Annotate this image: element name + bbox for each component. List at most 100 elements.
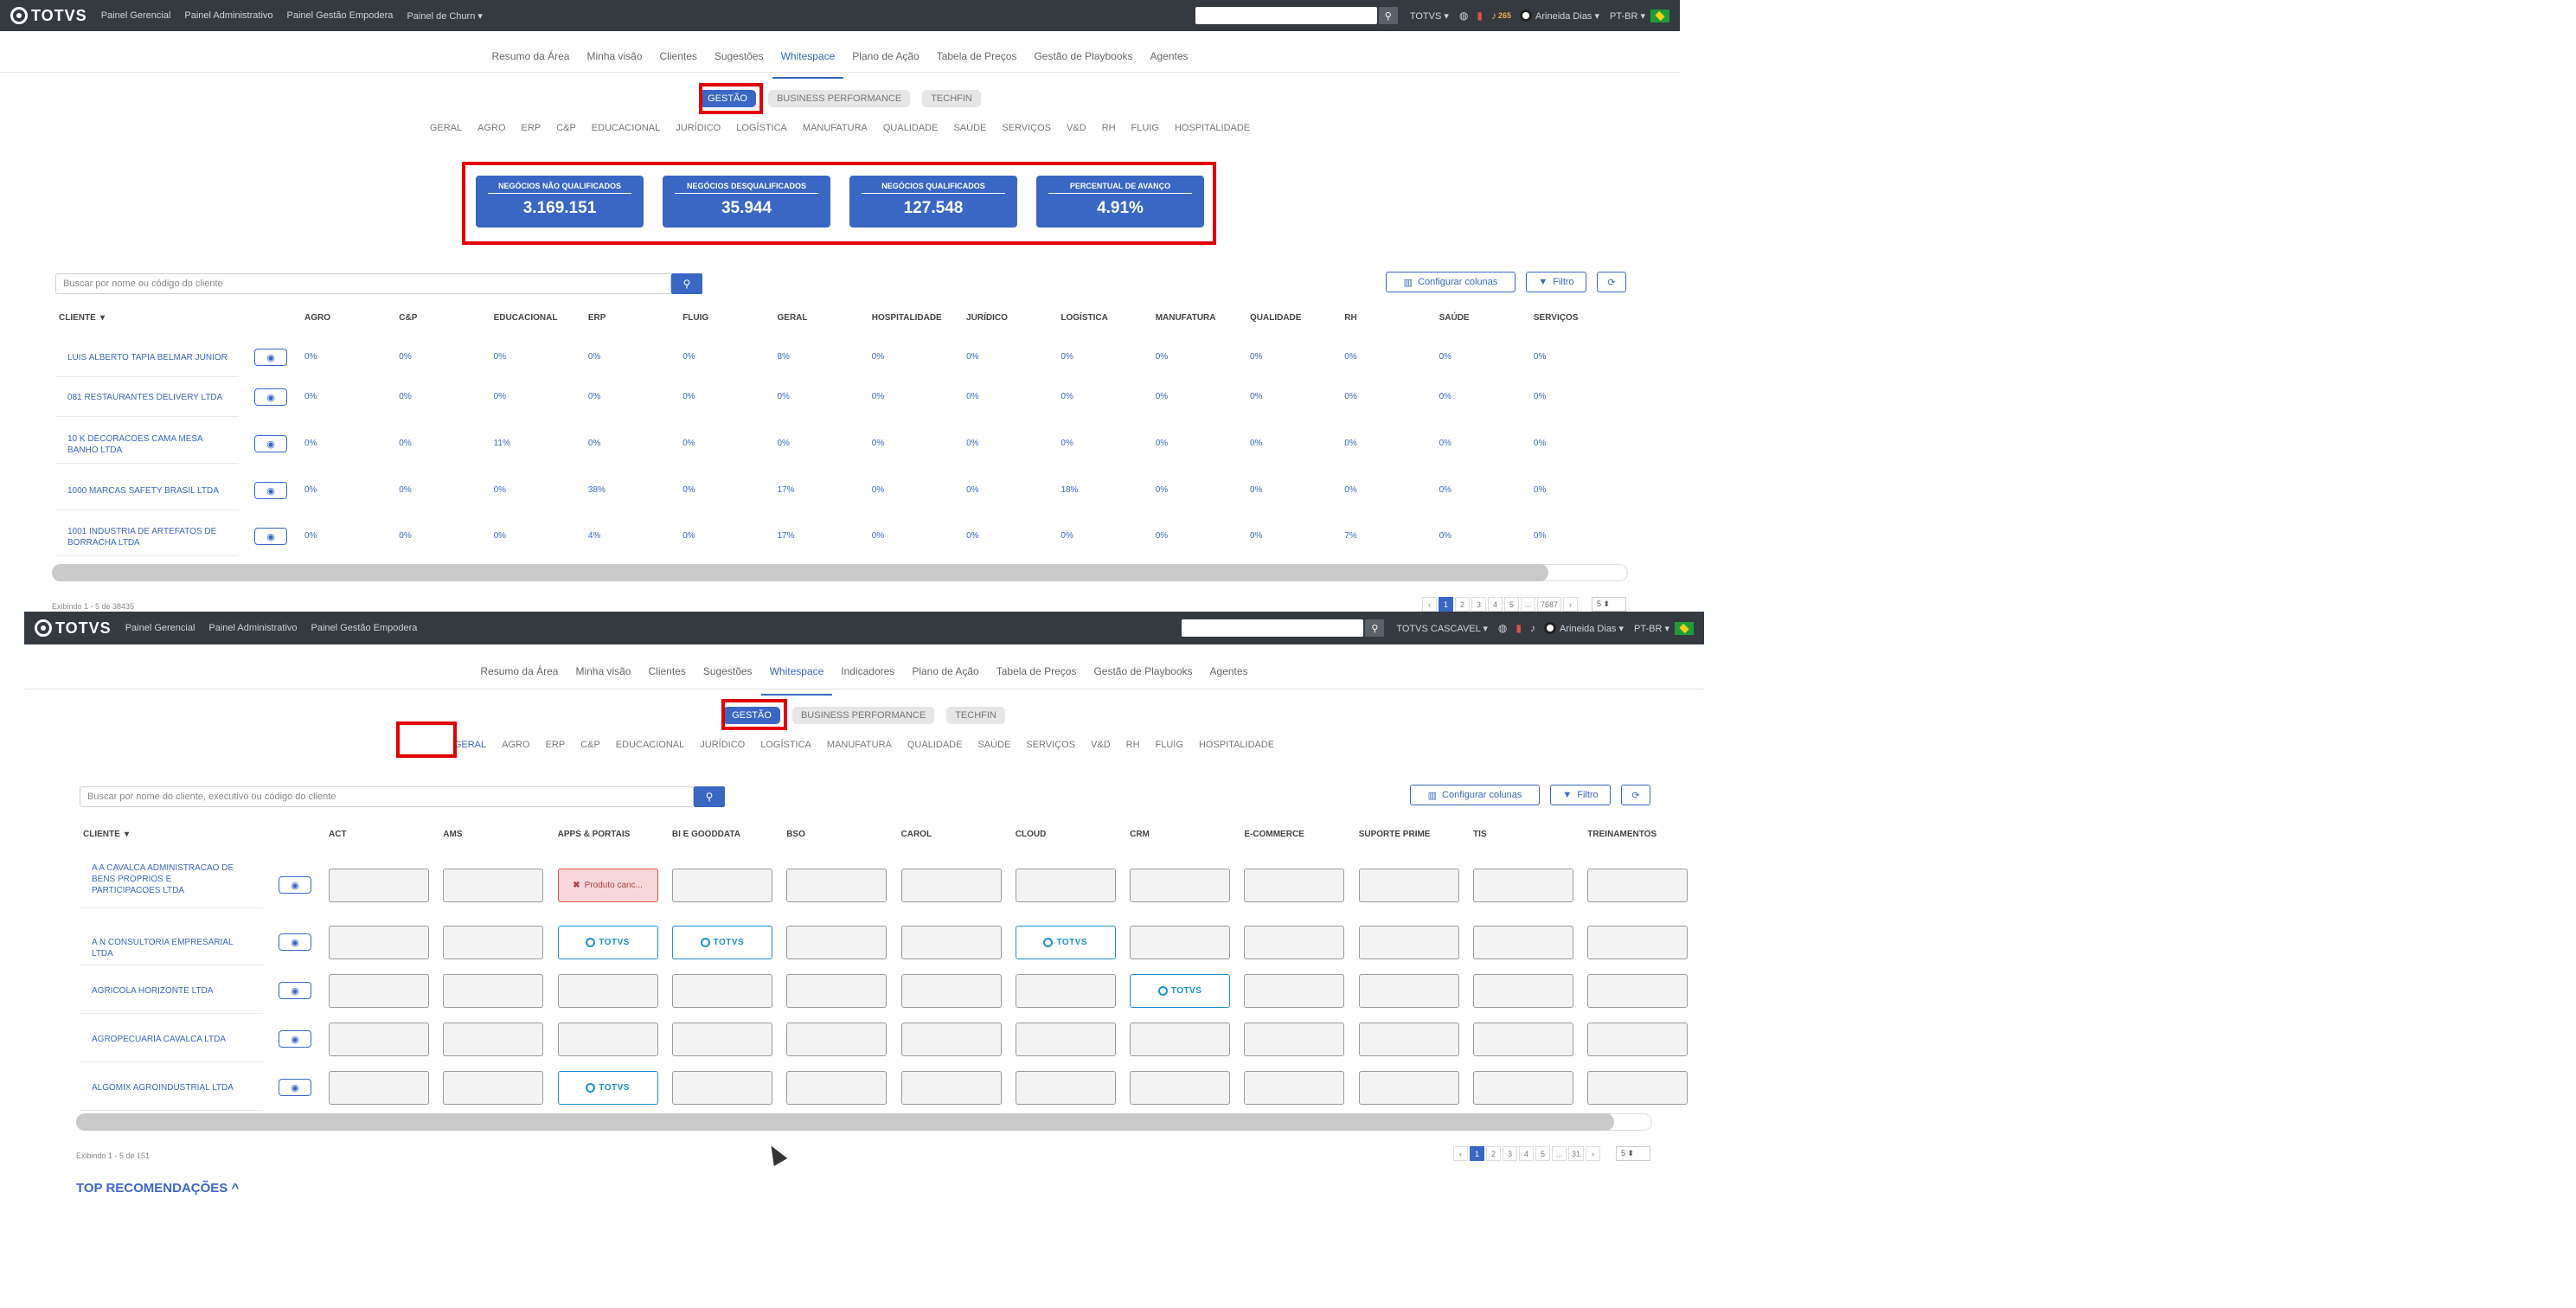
- col-header[interactable]: CRM: [1130, 830, 1150, 839]
- col-header[interactable]: QUALIDADE: [1250, 313, 1301, 323]
- empty-product-cell[interactable]: [786, 1023, 888, 1056]
- alert-icon[interactable]: ▮: [1515, 622, 1522, 634]
- tab-whitespace[interactable]: Whitespace: [760, 665, 833, 696]
- search-icon[interactable]: ⚲: [1378, 7, 1398, 24]
- language-selector[interactable]: PT-BR ▾: [1634, 623, 1669, 634]
- cat-rh[interactable]: RH: [1126, 740, 1140, 750]
- page-button[interactable]: ›: [1586, 1146, 1601, 1161]
- page-button[interactable]: 3: [1471, 597, 1486, 612]
- col-header-cliente[interactable]: CLIENTE: [59, 313, 96, 323]
- filter-button[interactable]: ▼ Filtro: [1526, 272, 1586, 292]
- cat-manufatura[interactable]: MANUFATURA: [803, 123, 868, 133]
- cat-vd[interactable]: V&D: [1091, 740, 1111, 750]
- global-search-input[interactable]: [1182, 619, 1364, 637]
- page-button[interactable]: 2: [1486, 1146, 1501, 1161]
- page-button[interactable]: ‹: [1422, 597, 1437, 612]
- tab-gestao-playbooks[interactable]: Gestão de Playbooks: [1085, 665, 1201, 689]
- search-icon[interactable]: ⚲: [671, 273, 702, 294]
- col-header-cliente[interactable]: CLIENTE: [83, 830, 120, 839]
- col-header[interactable]: CAROL: [901, 830, 932, 839]
- empty-product-cell[interactable]: [1244, 926, 1345, 959]
- client-name-link[interactable]: AGROPECUARIA CAVALCA LTDA: [92, 1034, 239, 1045]
- cat-manufatura[interactable]: MANUFATURA: [827, 740, 892, 750]
- cat-qualidade[interactable]: QUALIDADE: [883, 123, 939, 133]
- cat-fluig[interactable]: FLUIG: [1131, 123, 1159, 133]
- empty-product-cell[interactable]: [329, 1071, 429, 1105]
- col-header[interactable]: C&P: [399, 313, 417, 323]
- col-header[interactable]: GERAL: [778, 313, 808, 323]
- client-name-link[interactable]: A N CONSULTORIA EMPRESARIAL LTDA: [92, 937, 239, 959]
- client-name-link[interactable]: A A CAVALCA ADMINISTRACAO DE BENS PROPRI…: [92, 862, 239, 896]
- page-button[interactable]: 7687: [1537, 597, 1562, 612]
- user-menu[interactable]: Arineida Dias ▾: [1535, 10, 1599, 22]
- empty-product-cell[interactable]: [443, 1071, 544, 1105]
- pill-business-performance[interactable]: BUSINESS PERFORMANCE: [767, 90, 911, 107]
- empty-product-cell[interactable]: [671, 1071, 772, 1105]
- empty-product-cell[interactable]: [1473, 1071, 1573, 1105]
- page-button[interactable]: 2: [1455, 597, 1470, 612]
- filter-button[interactable]: ▼ Filtro: [1550, 785, 1611, 805]
- company-selector[interactable]: TOTVS ▾: [1410, 10, 1449, 22]
- help-icon[interactable]: ◍: [1498, 622, 1507, 634]
- nav-painel-gerencial[interactable]: Painel Gerencial: [125, 623, 195, 633]
- product-totvs-cell[interactable]: TOTVS: [557, 926, 658, 959]
- view-details-button[interactable]: ◉: [254, 349, 287, 366]
- client-name-link[interactable]: 081 RESTAURANTES DELIVERY LTDA: [67, 392, 232, 403]
- empty-product-cell[interactable]: [329, 974, 429, 1008]
- empty-product-cell[interactable]: [786, 974, 888, 1008]
- col-header[interactable]: BI E GOODDATA: [672, 830, 740, 839]
- empty-product-cell[interactable]: [900, 1023, 1002, 1056]
- empty-product-cell[interactable]: [1130, 1071, 1231, 1105]
- totvs-logo[interactable]: TOTVS: [10, 7, 87, 25]
- top-recommendations-toggle[interactable]: TOP RECOMENDAÇÕES ^: [76, 1181, 239, 1196]
- cat-hospitalidade[interactable]: HOSPITALIDADE: [1175, 123, 1250, 133]
- col-header[interactable]: MANUFATURA: [1156, 313, 1216, 323]
- sort-desc-icon[interactable]: ▾: [125, 830, 129, 839]
- client-search-input[interactable]: Buscar por nome ou código do cliente: [55, 273, 671, 294]
- cat-hospitalidade[interactable]: HOSPITALIDADE: [1199, 740, 1274, 750]
- empty-product-cell[interactable]: [1358, 1023, 1459, 1056]
- scrollbar-thumb[interactable]: [76, 1113, 1614, 1131]
- empty-product-cell[interactable]: [1473, 869, 1573, 902]
- col-header[interactable]: TIS: [1473, 830, 1487, 839]
- col-header[interactable]: SAÚDE: [1439, 313, 1470, 323]
- tab-sugestoes[interactable]: Sugestões: [695, 665, 761, 689]
- tab-plano-acao[interactable]: Plano de Ação: [843, 50, 927, 72]
- col-header[interactable]: SERVIÇOS: [1534, 313, 1579, 323]
- refresh-button[interactable]: ⟳: [1597, 272, 1626, 292]
- tab-resumo-area[interactable]: Resumo da Área: [471, 665, 567, 689]
- page-button[interactable]: ›: [1563, 597, 1579, 612]
- tab-gestao-playbooks[interactable]: Gestão de Playbooks: [1025, 50, 1141, 72]
- search-icon[interactable]: ⚲: [1365, 619, 1385, 637]
- sort-desc-icon[interactable]: ▾: [100, 313, 105, 323]
- user-avatar[interactable]: [1520, 10, 1533, 22]
- empty-product-cell[interactable]: [1015, 1023, 1116, 1056]
- cat-juridico[interactable]: JURÍDICO: [700, 740, 745, 750]
- client-name-link[interactable]: 1001 INDUSTRIA DE ARTEFATOS DE BORRACHA …: [67, 526, 232, 548]
- col-header[interactable]: LOGÍSTICA: [1061, 313, 1107, 323]
- scrollbar-thumb[interactable]: [52, 564, 1548, 581]
- client-name-link[interactable]: AGRICOLA HORIZONTE LTDA: [92, 985, 239, 997]
- cat-cp[interactable]: C&P: [580, 740, 600, 750]
- col-header[interactable]: EDUCACIONAL: [494, 313, 558, 323]
- col-header[interactable]: AGRO: [304, 313, 330, 323]
- pill-business-performance[interactable]: BUSINESS PERFORMANCE: [791, 707, 935, 724]
- empty-product-cell[interactable]: [1358, 1071, 1459, 1105]
- empty-product-cell[interactable]: [1358, 869, 1459, 902]
- cat-vd[interactable]: V&D: [1067, 123, 1086, 133]
- col-header[interactable]: APPS & PORTAIS: [558, 830, 631, 839]
- client-search-input[interactable]: Buscar por nome do cliente, executivo ou…: [80, 786, 694, 807]
- cat-erp[interactable]: ERP: [522, 123, 541, 133]
- empty-product-cell[interactable]: [671, 869, 772, 902]
- empty-product-cell[interactable]: [1244, 974, 1345, 1008]
- company-selector[interactable]: TOTVS CASCAVEL ▾: [1396, 623, 1488, 634]
- view-details-button[interactable]: ◉: [254, 388, 287, 406]
- tab-plano-acao[interactable]: Plano de Ação: [903, 665, 987, 689]
- view-details-button[interactable]: ◉: [279, 1079, 311, 1096]
- cat-fluig[interactable]: FLUIG: [1156, 740, 1183, 750]
- tab-tabela-precos[interactable]: Tabela de Preços: [988, 665, 1086, 689]
- nav-painel-administrativo[interactable]: Painel Administrativo: [184, 10, 272, 21]
- product-totvs-cell[interactable]: TOTVS: [1015, 926, 1116, 959]
- col-header[interactable]: FLUIG: [682, 313, 708, 323]
- empty-product-cell[interactable]: [1015, 1071, 1116, 1105]
